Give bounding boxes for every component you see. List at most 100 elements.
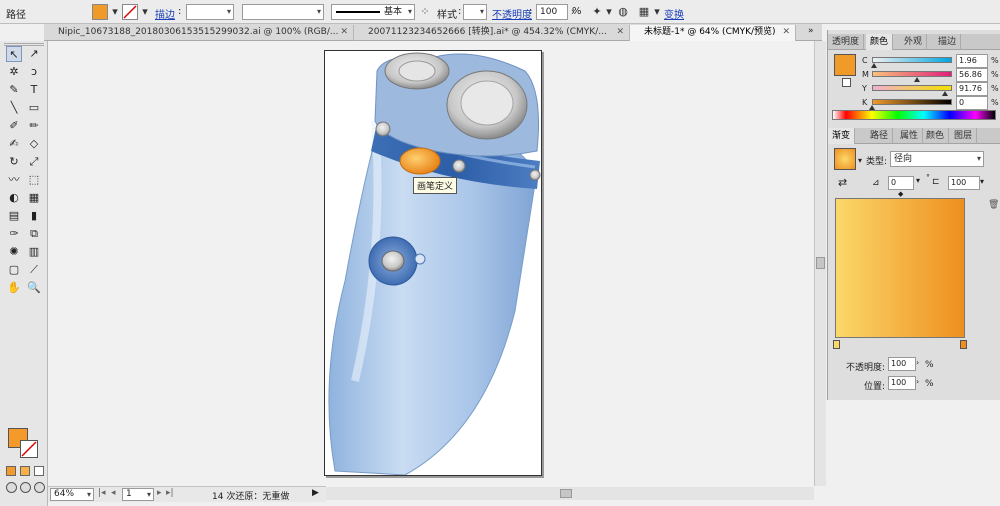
recolor-icon[interactable]: ⁘ <box>418 5 432 19</box>
column-graph-tool[interactable]: ▥ <box>26 244 42 260</box>
channel-thumb-m[interactable] <box>914 77 921 82</box>
symbol-sprayer-tool[interactable]: ✺ <box>6 244 22 260</box>
zoom-dropdown[interactable]: 64% ▾ <box>50 488 94 501</box>
blob-brush-tool[interactable]: ✍ <box>6 136 22 152</box>
none-mode-icon[interactable] <box>34 466 44 476</box>
tab-appearance[interactable]: 外观 <box>900 34 928 50</box>
close-icon[interactable]: ✕ <box>616 25 624 40</box>
channel-value-c[interactable]: 1.96 <box>956 54 988 68</box>
gradient-type-dropdown[interactable]: 径向 ▾ <box>890 151 984 167</box>
chevron-down-icon[interactable]: ▾ <box>858 156 862 165</box>
channel-thumb-c[interactable] <box>870 63 877 68</box>
tab-doc-3[interactable]: 未标题-1* @ 64% (CMYK/预览) ✕ <box>630 25 796 41</box>
tab-pathfinder[interactable]: 路径 <box>866 128 894 144</box>
warp-tool[interactable]: 〰 <box>6 172 22 188</box>
status-menu-icon[interactable]: ▶ <box>312 488 319 498</box>
chevron-down-icon[interactable]: ▾ <box>650 5 664 19</box>
tab-doc-2[interactable]: 20071123234652666 [转换].ai* @ 454.32% (CM… <box>354 25 630 41</box>
channel-slider-m[interactable] <box>872 71 952 77</box>
channel-value-y[interactable]: 91.76 <box>956 82 988 96</box>
close-icon[interactable]: ✕ <box>782 25 790 40</box>
zoom-tool[interactable]: 🔍 <box>26 280 42 296</box>
style-dropdown[interactable]: ▾ <box>463 4 487 20</box>
scale-tool[interactable]: ⤢ <box>26 154 42 170</box>
shaver-illustration[interactable] <box>325 51 542 476</box>
fill-swatch[interactable] <box>92 4 108 20</box>
color-mode-icon[interactable] <box>6 466 16 476</box>
blend-tool[interactable]: ⧉ <box>26 226 42 242</box>
rotate-tool[interactable]: ↻ <box>6 154 22 170</box>
gradient-mode-icon[interactable] <box>20 466 30 476</box>
prev-page-icon[interactable]: ◂ <box>111 488 116 498</box>
stroke-weight-dropdown[interactable]: ▾ <box>186 4 234 20</box>
line-tool[interactable]: ╲ <box>6 100 22 116</box>
chevron-down-icon[interactable]: ▾ <box>108 5 122 19</box>
direct-selection-tool[interactable]: ↗ <box>26 46 42 62</box>
type-tool[interactable]: T <box>26 82 42 98</box>
horizontal-scrollbar[interactable]: ‹ <box>320 487 814 500</box>
artboard-tool[interactable]: ▢ <box>6 262 22 278</box>
gradient-stop-start[interactable] <box>833 340 840 349</box>
color-stroke-swatch[interactable] <box>842 78 851 87</box>
tab-layers[interactable]: 图层 <box>950 128 978 144</box>
gradient-stop-end[interactable] <box>960 340 967 349</box>
chevron-down-icon[interactable]: ▾ <box>602 5 616 19</box>
magic-wand-tool[interactable]: ✲ <box>6 64 22 80</box>
selection-tool[interactable]: ↖ <box>6 46 22 62</box>
chevron-right-icon[interactable]: › <box>916 377 919 386</box>
color-spectrum-bar[interactable] <box>832 110 996 120</box>
perspective-grid-tool[interactable]: ▦ <box>26 190 42 206</box>
channel-slider-c[interactable] <box>872 57 952 63</box>
eraser-tool[interactable]: ◇ <box>26 136 42 152</box>
tab-color[interactable]: 颜色 <box>866 34 894 50</box>
opacity-input[interactable]: 100 <box>536 4 568 20</box>
channel-thumb-y[interactable] <box>942 91 949 96</box>
pencil-tool[interactable]: ✏ <box>26 118 42 134</box>
channel-value-m[interactable]: 56.86 <box>956 68 988 82</box>
draw-normal-icon[interactable] <box>6 482 17 493</box>
toolbox-stroke-swatch[interactable] <box>20 440 38 458</box>
channel-value-k[interactable]: 0 <box>956 96 988 110</box>
tab-transparency[interactable]: 透明度 <box>828 34 865 50</box>
align-icon[interactable]: ▦ <box>637 5 651 19</box>
chevron-down-icon[interactable]: ▾ <box>916 176 920 185</box>
tab-overflow-icon[interactable]: » <box>808 26 814 36</box>
chevron-right-icon[interactable]: › <box>916 358 919 367</box>
eyedropper-tool[interactable]: ✑ <box>6 226 22 242</box>
chevron-down-icon[interactable]: ▾ <box>138 5 152 19</box>
opacity-link[interactable]: 不透明度 <box>492 6 532 21</box>
slice-tool[interactable]: ⟋ <box>26 262 42 278</box>
first-page-icon[interactable]: |◂ <box>98 488 106 498</box>
variable-width-dropdown[interactable]: ▾ <box>242 4 324 20</box>
color-fill-swatch[interactable] <box>834 54 856 76</box>
transform-link[interactable]: 变换 <box>664 6 684 21</box>
draw-inside-icon[interactable] <box>34 482 45 493</box>
chevron-down-icon[interactable]: ▾ <box>980 177 984 186</box>
channel-slider-k[interactable] <box>872 99 952 105</box>
globe-icon[interactable]: ◍ <box>616 5 630 19</box>
stroke-link[interactable]: 描边 <box>155 6 175 21</box>
tab-gradient[interactable]: 渐变 <box>828 128 856 144</box>
vertical-scroll-thumb[interactable] <box>816 257 825 269</box>
tab-stroke[interactable]: 描边 <box>934 34 962 50</box>
draw-behind-icon[interactable] <box>20 482 31 493</box>
channel-slider-y[interactable] <box>872 85 952 91</box>
lasso-tool[interactable]: ↄ <box>26 64 42 80</box>
shape-builder-tool[interactable]: ◐ <box>6 190 22 206</box>
last-page-icon[interactable]: ▸| <box>166 488 174 498</box>
stop-position-input[interactable]: 100 <box>888 376 916 390</box>
gradient-tool[interactable]: ▮ <box>26 208 42 224</box>
reverse-gradient-icon[interactable]: ⇄ <box>838 176 847 189</box>
tab-attributes[interactable]: 属性 <box>896 128 924 144</box>
tab-doc-1[interactable]: Nipic_10673188_20180306153515299032.ai @… <box>44 25 354 41</box>
pen-tool[interactable]: ✎ <box>6 82 22 98</box>
aspect-ratio-input[interactable]: 100 <box>948 176 980 190</box>
horizontal-scroll-thumb[interactable] <box>560 489 572 498</box>
rectangle-tool[interactable]: ▭ <box>26 100 42 116</box>
mesh-tool[interactable]: ▤ <box>6 208 22 224</box>
close-icon[interactable]: ✕ <box>340 25 348 40</box>
hand-tool[interactable]: ✋ <box>6 280 22 296</box>
tab-color-2[interactable]: 颜色 <box>922 128 950 144</box>
angle-input[interactable]: 0 <box>888 176 914 190</box>
brush-dropdown[interactable]: 基本 ▾ <box>331 4 415 20</box>
